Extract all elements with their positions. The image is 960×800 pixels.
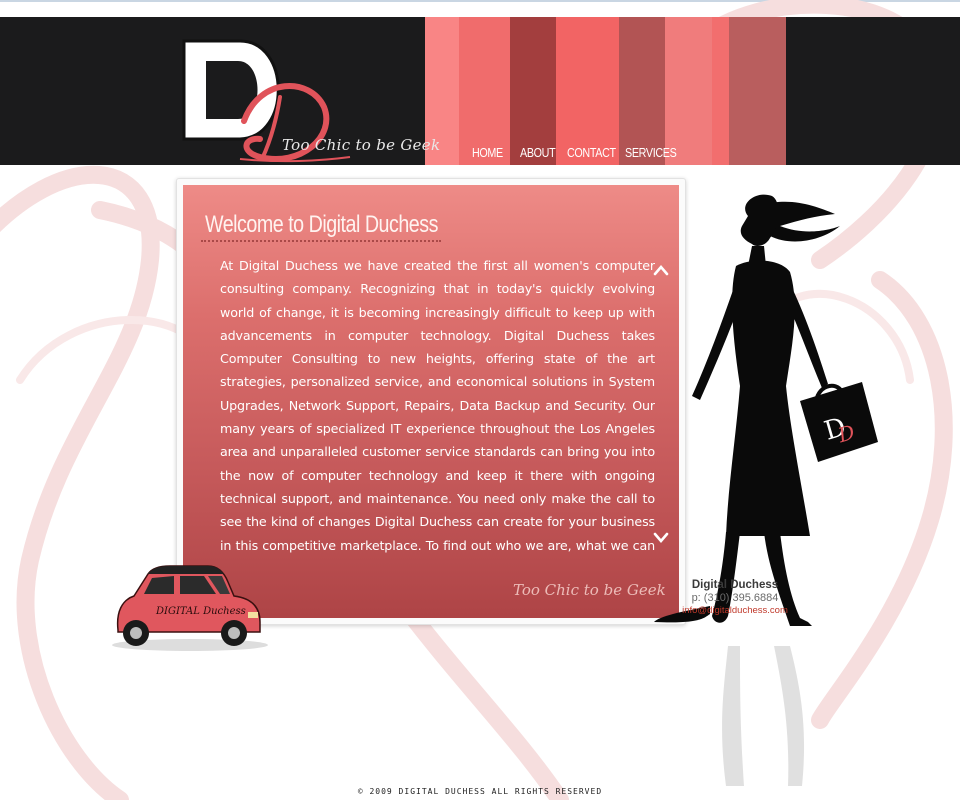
page-title: Welcome to Digital Duchess [205,211,438,238]
welcome-panel-frame: Welcome to Digital Duchess At Digital Du… [176,178,686,625]
logo-tagline: Too Chic to be Geek [282,136,441,154]
branded-mini-car-image: DIGITAL Duchess [112,565,268,651]
woman-silhouette-image: D D [654,194,878,786]
nav-services[interactable]: SERVICES [625,146,677,160]
nav-about[interactable]: ABOUT [520,146,556,160]
site-header: Too Chic to be Geek HOME ABOUT CONTACT S… [0,17,960,165]
welcome-panel: Welcome to Digital Duchess At Digital Du… [183,185,679,618]
title-divider [201,240,441,242]
contact-name: Digital Duchess [691,579,779,591]
welcome-body-text[interactable]: At Digital Duchess we have created the f… [220,254,655,554]
car-brand-text: DIGITAL Duchess [155,606,246,617]
main-nav: HOME ABOUT CONTACT SERVICES [425,142,786,164]
nav-home[interactable]: HOME [472,146,503,160]
copyright-footer: © 2009 DIGITAL DUCHESS ALL RIGHTS RESERV… [357,787,603,796]
contact-phone: p: (310) 395.6884 [691,592,779,604]
nav-contact[interactable]: CONTACT [567,146,616,160]
contact-email-link[interactable]: info@digitalduchess.com [660,605,810,616]
contact-info: Digital Duchess p: (310) 395.6884 info@d… [660,579,810,616]
